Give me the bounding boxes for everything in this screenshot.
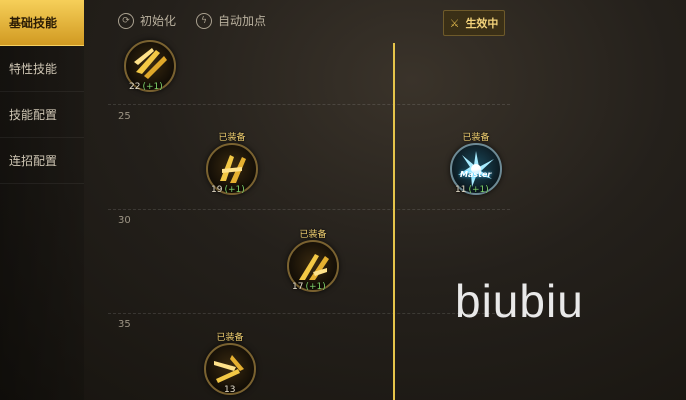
auto-assign-button[interactable]: ϟ 自动加点	[196, 12, 266, 29]
refresh-icon: ⟳	[118, 12, 134, 29]
reset-label: 初始化	[140, 14, 177, 28]
skill-level: 22 (+1)	[129, 82, 163, 92]
skill-node[interactable]: 22 (+1)	[124, 40, 176, 92]
level-label-30: 30	[118, 215, 131, 226]
level-divider	[108, 104, 510, 105]
tab-basic-skills[interactable]: 基础技能	[0, 0, 84, 46]
effect-active-badge[interactable]: ⚔ 生效中	[443, 10, 505, 36]
auto-assign-label: 自动加点	[218, 14, 267, 28]
equipped-tag: 已装备	[218, 133, 246, 143]
tab-trait-skills[interactable]: 特性技能	[0, 46, 84, 92]
skill-node-master[interactable]: 已装备 Master 11 (+1)	[450, 133, 502, 195]
level-divider	[108, 313, 510, 314]
watermark-text: biubiu	[455, 275, 584, 327]
tab-combo-config[interactable]: 连招配置	[0, 138, 84, 184]
tab-skill-config[interactable]: 技能配置	[0, 92, 84, 138]
level-divider	[108, 209, 510, 210]
sword-icon: ⚔	[449, 16, 460, 30]
master-tag: Master	[460, 170, 492, 179]
skill-level: 17 (+1)	[292, 282, 326, 292]
equipped-tag: 已装备	[462, 133, 490, 143]
level-label-25: 25	[118, 111, 131, 122]
skill-node[interactable]: 已装备 19 (+1)	[206, 133, 258, 195]
effect-label: 生效中	[465, 17, 499, 30]
equipped-tag: 已装备	[299, 230, 327, 240]
level-cap-line	[393, 43, 395, 400]
level-label-35: 35	[118, 319, 131, 330]
skill-category-nav: 基础技能 特性技能 技能配置 连招配置	[0, 0, 84, 400]
reset-button[interactable]: ⟳ 初始化	[118, 12, 176, 29]
skill-node[interactable]: 已装备 17 (+1)	[287, 230, 339, 292]
skill-level: 19 (+1)	[211, 185, 245, 195]
lightning-icon: ϟ	[196, 12, 212, 29]
skill-level: 13	[224, 385, 236, 395]
skill-node[interactable]: 已装备 13	[204, 333, 256, 395]
equipped-tag: 已装备	[216, 333, 244, 343]
skill-level: 11 (+1)	[455, 185, 489, 195]
